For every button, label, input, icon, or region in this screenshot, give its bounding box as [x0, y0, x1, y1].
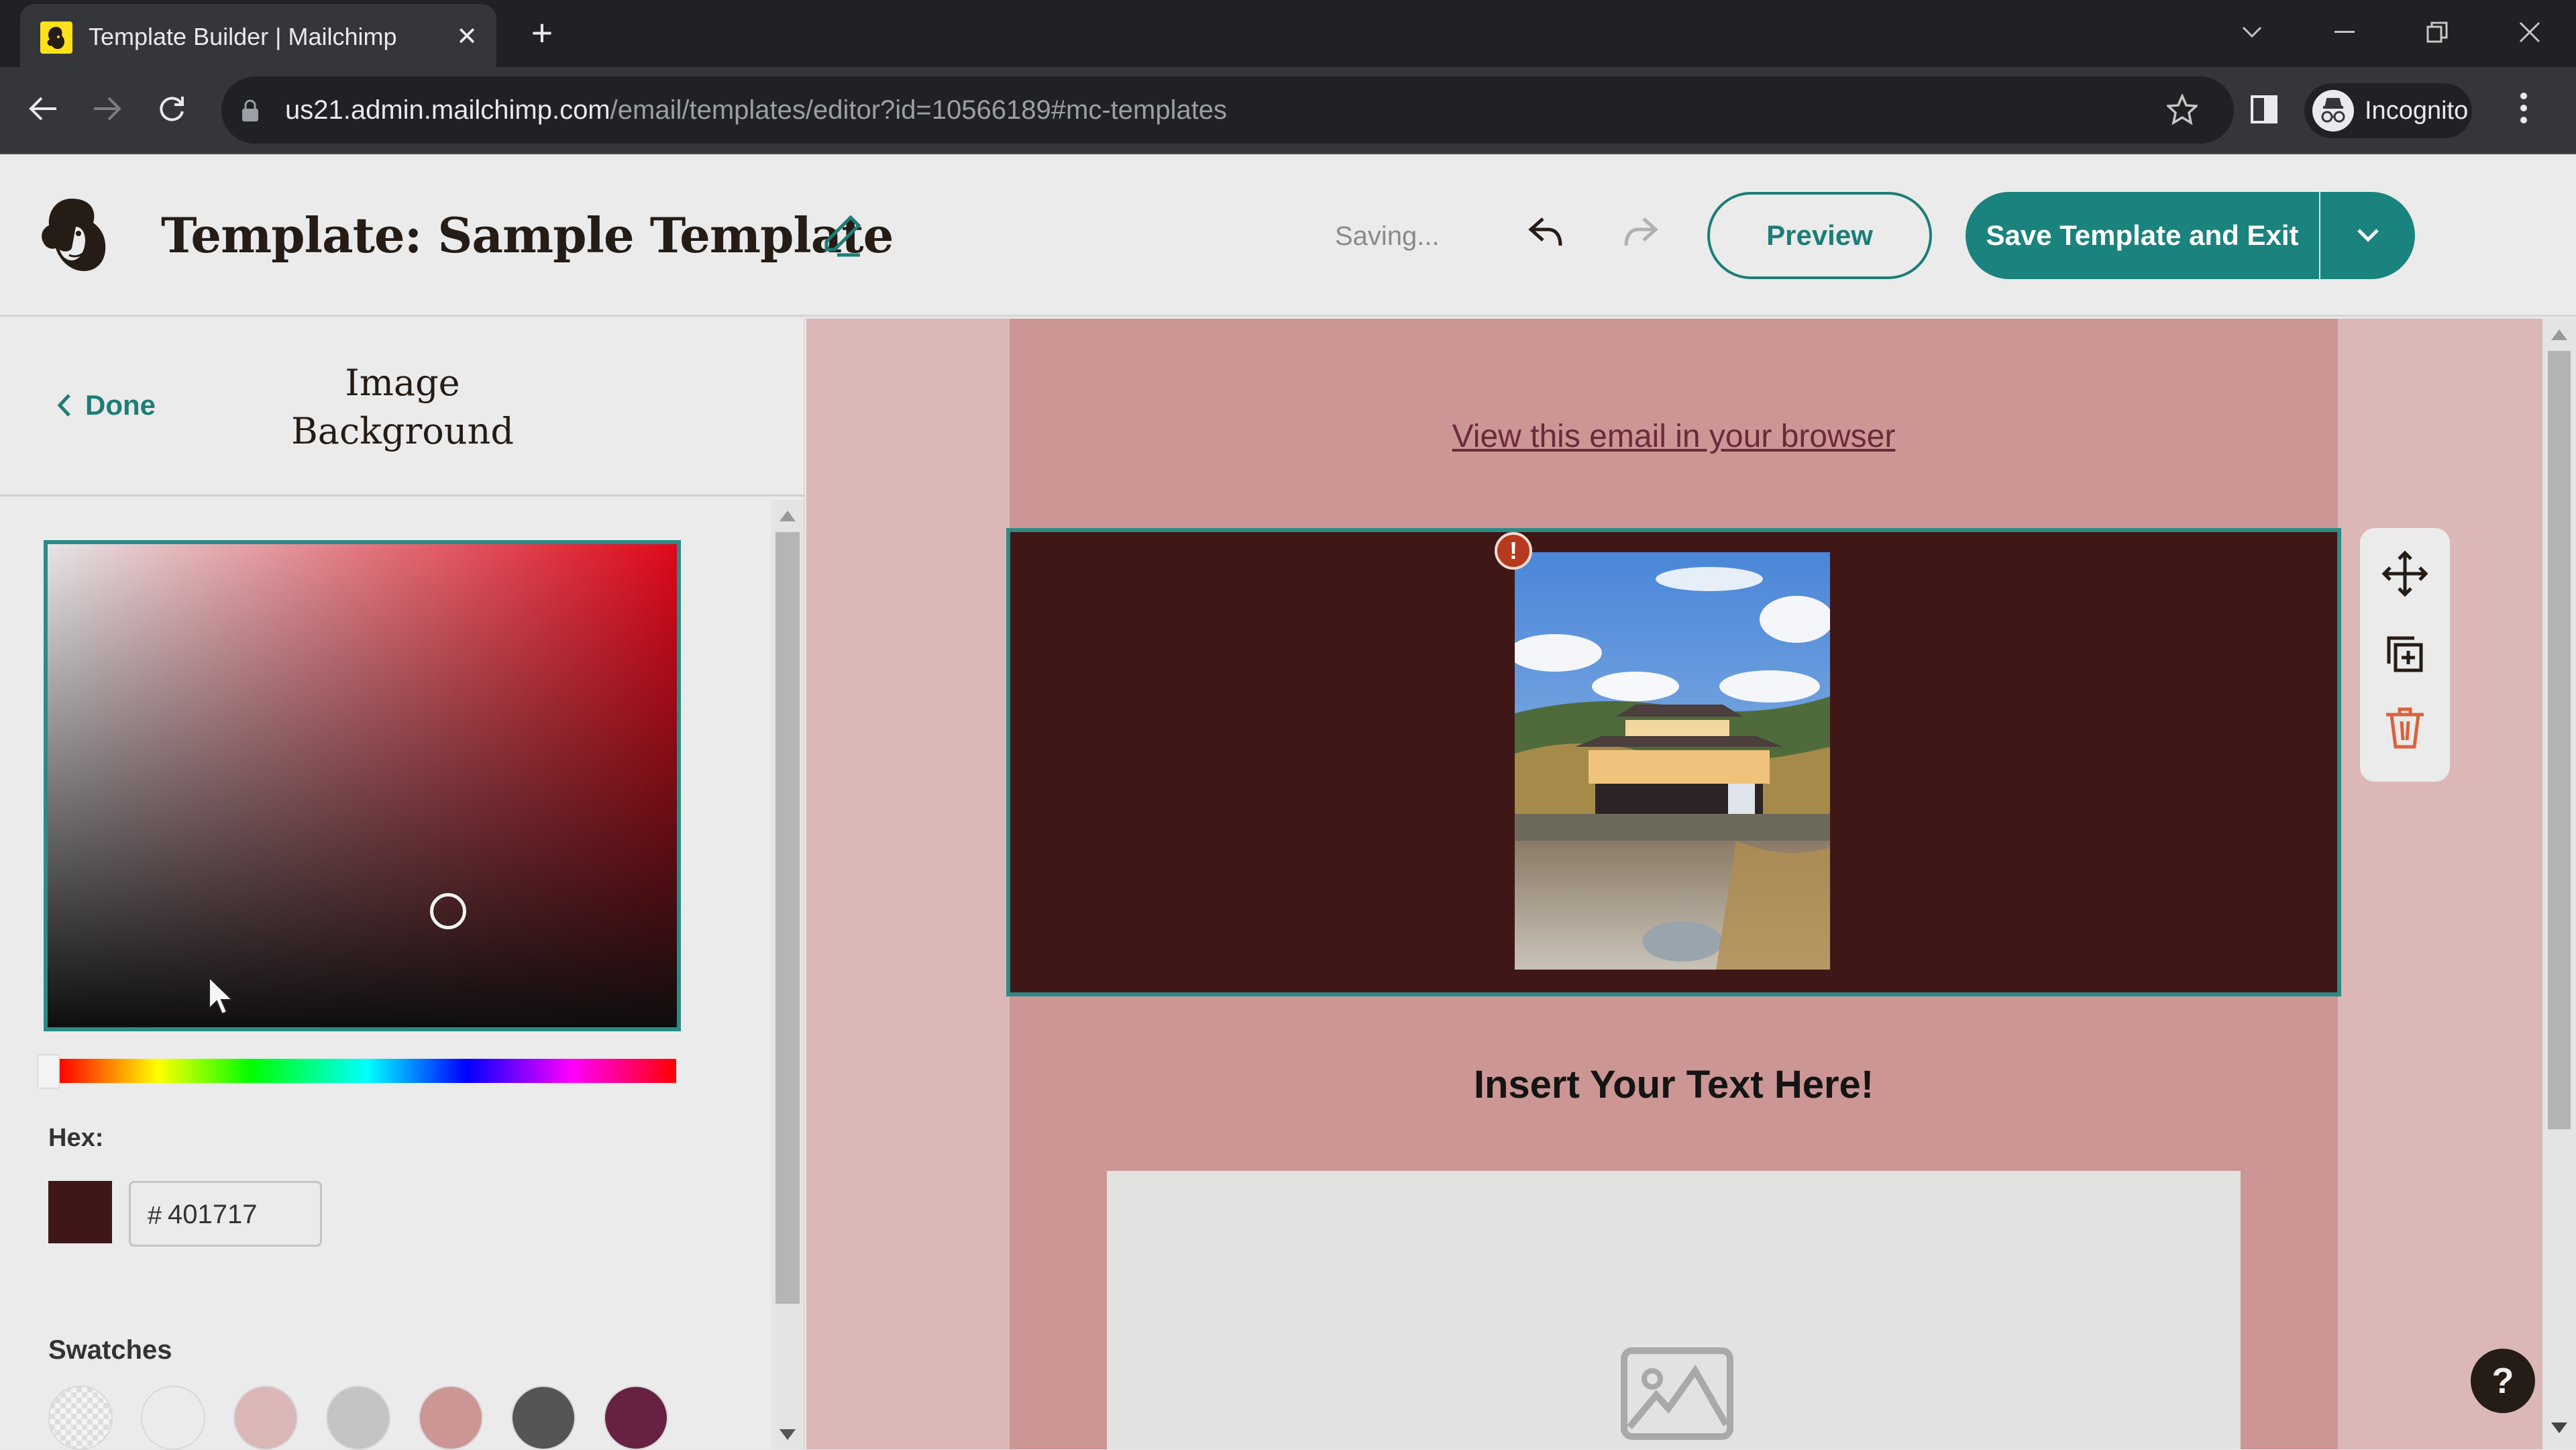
temple-photo[interactable] [1515, 552, 1830, 970]
panel-title-line-2: Background [291, 410, 514, 452]
scroll-down-arrow-icon[interactable] [780, 1429, 796, 1440]
incognito-profile-button[interactable]: Incognito [2304, 83, 2472, 138]
side-panel-icon[interactable] [2251, 95, 2277, 127]
selected-color-preview [48, 1181, 112, 1243]
address-bar[interactable]: us21.admin.mailchimp.com/email/templates… [221, 76, 2234, 144]
scroll-up-arrow-icon[interactable] [2551, 329, 2567, 340]
forward-icon[interactable] [86, 87, 129, 130]
sidebar-scrollbar[interactable] [771, 500, 804, 1449]
url-text[interactable]: us21.admin.mailchimp.com/email/templates… [285, 95, 1227, 125]
help-button[interactable]: ? [2471, 1349, 2535, 1413]
saturation-value-picker[interactable] [44, 540, 681, 1031]
scroll-up-arrow-icon[interactable] [780, 511, 796, 521]
sidebar-scrollbar-thumb[interactable] [775, 532, 800, 1304]
swatch-list [48, 1386, 668, 1450]
save-template-and-exit-button[interactable]: Save Template and Exit [1966, 192, 2319, 279]
hue-slider[interactable] [59, 1059, 676, 1083]
panel-title: Image Background [255, 359, 550, 456]
restore-icon[interactable] [2414, 12, 2461, 52]
hue-slider-handle[interactable] [37, 1054, 60, 1089]
reload-icon[interactable] [150, 87, 193, 130]
hex-input[interactable] [168, 1196, 309, 1233]
browser-tab[interactable]: Template Builder | Mailchimp ✕ [20, 4, 496, 67]
scroll-down-arrow-icon[interactable] [2551, 1422, 2567, 1433]
canvas-scrollbar-thumb[interactable] [2548, 351, 2571, 1129]
canvas-scrollbar[interactable] [2542, 319, 2576, 1449]
chevron-left-icon [57, 394, 70, 417]
minimize-icon[interactable] [2321, 12, 2368, 52]
color-picker-handle[interactable] [430, 893, 466, 929]
swatch-light-pink[interactable] [233, 1386, 298, 1450]
block-actions-toolbar [2360, 528, 2450, 782]
image-placeholder-block[interactable] [1107, 1171, 2241, 1449]
redo-icon[interactable] [1617, 212, 1664, 259]
delete-block-trash-icon[interactable] [2378, 701, 2432, 755]
done-label: Done [85, 389, 156, 421]
swatch-plum[interactable] [604, 1386, 668, 1450]
save-options-chevron-down-icon[interactable] [2320, 192, 2415, 279]
tab-title: Template Builder | Mailchimp [89, 23, 397, 50]
selected-image-block[interactable]: ! [1006, 528, 2341, 996]
bookmark-star-icon[interactable] [2165, 93, 2200, 128]
lock-icon[interactable] [241, 99, 259, 125]
panel-title-line-1: Image [345, 362, 460, 404]
tab-search-chevron-icon[interactable] [2229, 12, 2275, 52]
back-icon[interactable] [21, 87, 64, 130]
text-block-heading[interactable]: Insert Your Text Here! [1010, 1062, 2338, 1107]
panel-header: Done Image Background [0, 319, 805, 497]
warning-alert-icon[interactable]: ! [1495, 532, 1532, 570]
preview-button[interactable]: Preview [1707, 192, 1932, 279]
undo-icon[interactable] [1523, 212, 1570, 259]
url-host: us21.admin.mailchimp.com [285, 95, 610, 125]
duplicate-block-icon[interactable] [2378, 627, 2432, 681]
style-sidebar: Done Image Background Hex: # Swatches [0, 319, 805, 1450]
image-placeholder-icon [1620, 1347, 1734, 1444]
mailchimp-favicon-icon [40, 21, 72, 54]
save-button-group: Save Template and Exit [1966, 192, 2415, 279]
hex-field[interactable]: # [129, 1181, 322, 1247]
swatch-dusty-rose[interactable] [419, 1386, 483, 1450]
page-title: Template: Sample Template [161, 207, 894, 264]
incognito-label: Incognito [2365, 97, 2469, 125]
hex-prefix: # [148, 1202, 162, 1230]
new-tab-icon[interactable]: + [523, 14, 561, 54]
mailchimp-logo-icon[interactable] [37, 195, 111, 276]
hex-label: Hex: [48, 1124, 104, 1152]
close-tab-icon[interactable]: ✕ [449, 19, 484, 54]
editor-header: Template: Sample Template Saving... Prev… [0, 154, 2576, 317]
swatch-light-gray[interactable] [326, 1386, 390, 1450]
swatch-dark-gray[interactable] [511, 1386, 576, 1450]
done-button[interactable]: Done [57, 389, 156, 421]
browser-menu-icon[interactable] [2519, 91, 2528, 128]
mouse-cursor-icon [208, 976, 235, 1019]
edit-title-pencil-icon[interactable] [817, 213, 864, 260]
swatch-transparent[interactable] [48, 1386, 113, 1450]
view-in-browser-link[interactable]: View this email in your browser [1010, 418, 2338, 455]
browser-tab-bar: Template Builder | Mailchimp ✕ + [0, 0, 2576, 67]
swatch-white[interactable] [141, 1386, 205, 1450]
swatches-label: Swatches [48, 1335, 172, 1365]
save-status: Saving... [1335, 221, 1440, 251]
url-path: /email/templates/editor?id=10566189#mc-t… [610, 95, 1228, 125]
close-window-icon[interactable] [2506, 12, 2553, 52]
browser-toolbar: us21.admin.mailchimp.com/email/templates… [0, 67, 2576, 154]
incognito-icon [2312, 90, 2354, 132]
move-block-icon[interactable] [2378, 547, 2432, 601]
email-canvas: View this email in your browser Insert Y… [806, 319, 2542, 1449]
